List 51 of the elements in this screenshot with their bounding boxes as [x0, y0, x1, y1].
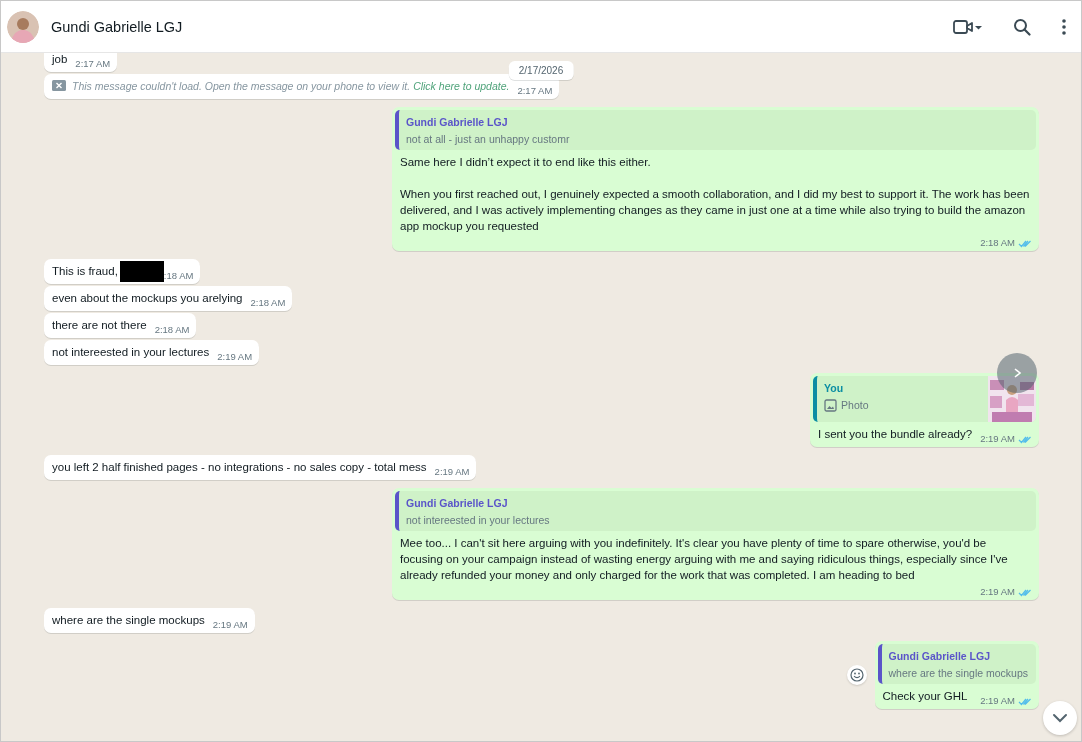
message-text: even about the mockups you arelying — [52, 291, 243, 306]
chevron-right-icon — [1012, 367, 1022, 379]
smiley-icon — [849, 668, 864, 682]
contact-name[interactable]: Gundi Gabrielle LGJ — [51, 18, 183, 35]
quote-text: not at all - just an unhappy customr — [406, 132, 570, 146]
message-text: Mee too... I can't sit here arguing with you indefinitely. It's clear you have plenty of time to spare otherwise, you'd be focusing on your campaign instead of wasting energy arguing with me and saying ridiculous things, especially since I've already refunded your money and only charged for the work that was completed. I am heading to bed — [400, 536, 1009, 583]
message-text: I sent you the bundle already? — [818, 427, 973, 442]
update-link[interactable]: Click here to update. — [413, 80, 510, 92]
reaction-button[interactable] — [846, 665, 867, 685]
quote-author: Gundi Gabrielle LGJ — [406, 496, 509, 510]
quote-text: not intereested in your lectures — [406, 513, 550, 527]
quote-text: Photo — [841, 398, 869, 412]
message-time: 2:19 AM — [434, 466, 470, 478]
message-time: 2:19 AM — [217, 351, 253, 363]
error-icon — [52, 79, 66, 91]
message-time: 2:19 AM — [980, 433, 1015, 445]
chevron-down-icon — [1052, 713, 1068, 723]
message-time: 2:18 AM — [250, 297, 286, 309]
search-icon — [1013, 17, 1031, 36]
photo-icon — [824, 398, 838, 412]
message-text: where are the single mockups — [52, 613, 205, 628]
message-time: :18 AM — [163, 270, 194, 282]
message-time: 2:17 AM — [517, 85, 553, 97]
message-text: you left 2 half finished pages - no integrations - no sales copy - total mess — [52, 460, 427, 475]
quote-text: where are the single mockups — [888, 666, 1028, 680]
message-time: 2:19 AM — [980, 586, 1015, 598]
message-text: Same here I didn’t expect it to end like this either. When you first reached out, I genuinely expected a smooth collaboration, and I did my best to support it. The work has been delivered, and I was actively implementing changes as they came in just one at a time while also trying to build the amazon app mockup you requested — [400, 155, 1031, 234]
date-chip: 2/17/2026 — [508, 61, 574, 80]
message-time: 2:18 AM — [154, 324, 190, 336]
menu-icon — [1061, 17, 1067, 36]
avatar-icon[interactable] — [7, 10, 39, 43]
quoted-message[interactable]: Gundi Gabrielle LGJ where are the single mockups — [877, 644, 1036, 684]
video-camera-icon — [953, 18, 983, 35]
message-text: This is fraud, — [52, 264, 118, 279]
quote-author: Gundi Gabrielle LGJ — [888, 649, 992, 663]
message-text: there are not there — [52, 318, 147, 333]
quoted-message[interactable]: You Photo — [813, 376, 1036, 422]
message-time: 2:18 AM — [980, 237, 1015, 249]
forward-button[interactable] — [997, 353, 1037, 393]
message-time: 2:17 AM — [75, 58, 111, 70]
quote-author: You — [824, 381, 845, 395]
message-time: 2:19 AM — [212, 619, 248, 631]
message-text: not intereested in your lectures — [52, 345, 210, 360]
quote-author: Gundi Gabrielle LGJ — [406, 115, 509, 129]
error-notice: This message couldn't load. Open the message on your phone to view it. Click here to update. — [72, 79, 510, 94]
message-time: 2:19 AM — [980, 695, 1015, 707]
scroll-down-button[interactable] — [1043, 701, 1077, 735]
quoted-message[interactable]: Gundi Gabrielle LGJ not at all - just an unhappy customr — [395, 110, 1036, 150]
quoted-message[interactable]: Gundi Gabrielle LGJ not intereested in your lectures — [395, 491, 1036, 531]
message-text: job — [52, 53, 68, 67]
message-text: Check your GHL — [882, 689, 968, 704]
